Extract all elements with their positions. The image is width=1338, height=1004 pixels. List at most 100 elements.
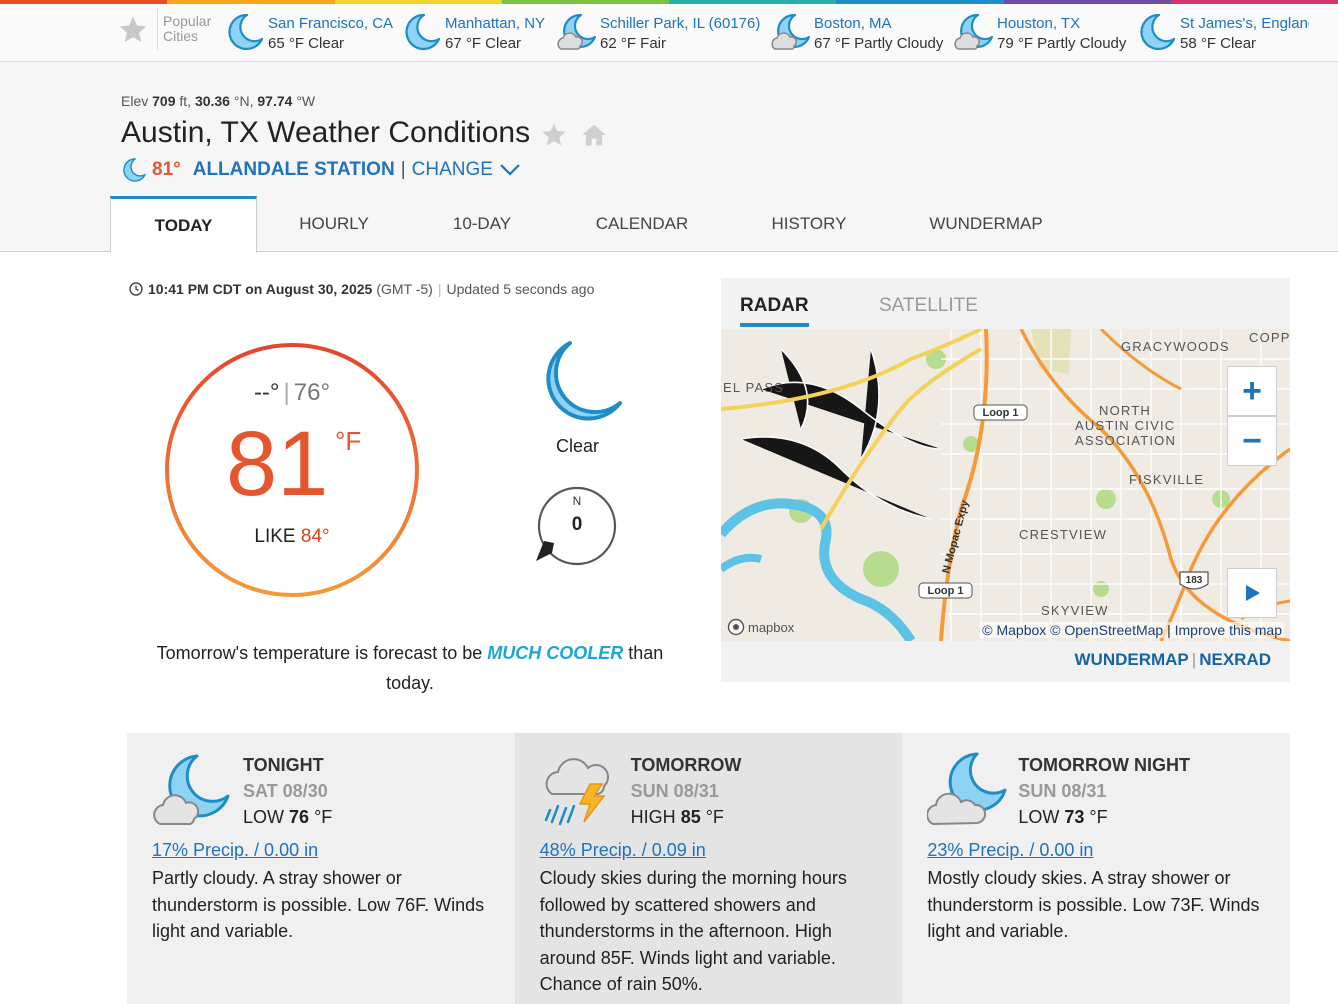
moon-icon <box>402 10 442 54</box>
forecast-description: Mostly cloudy skies. A stray shower or t… <box>927 868 1260 941</box>
city-condition: 62 °F Fair <box>600 35 667 52</box>
obs-time: 10:41 PM CDT on August 30, 2025 <box>148 281 373 297</box>
city-condition: 67 °F Partly Cloudy <box>814 35 944 52</box>
popular-cities-bar: Popular Cities San Francisco, CA 65 °F C… <box>0 4 1338 62</box>
clock-icon <box>129 282 143 296</box>
tab-radar[interactable]: RADAR <box>740 295 809 327</box>
moon-cloud-icon <box>771 10 811 54</box>
zoom-out-button[interactable]: − <box>1227 416 1277 466</box>
moon-icon <box>1137 10 1177 54</box>
map-label-copper: COPPE <box>1249 330 1290 345</box>
tab-10-day[interactable]: 10-DAY <box>411 196 553 252</box>
tab-today[interactable]: TODAY <box>110 196 257 253</box>
map-canvas[interactable]: GRACYWOODS NORTH AUSTIN CIVIC ASSOCIATIO… <box>721 329 1290 641</box>
map-label-crestview: CRESTVIEW <box>1019 527 1107 542</box>
city-name[interactable]: Manhattan, NY <box>445 15 545 32</box>
condition-text: Clear <box>555 436 599 456</box>
tab-hourly[interactable]: HOURLY <box>257 196 411 252</box>
forecast-cards: TONIGHT SAT 08/30 LOW 76 °F 17% Precip. … <box>127 733 1291 1004</box>
city-name[interactable]: San Francisco, CA <box>268 15 393 32</box>
updated-text: Updated 5 seconds ago <box>446 281 595 297</box>
tab-satellite[interactable]: SATELLITE <box>879 295 978 317</box>
zoom-in-button[interactable]: + <box>1227 366 1277 416</box>
map-links-separator: | <box>1191 650 1197 669</box>
attr-osm-link[interactable]: © OpenStreetMap <box>1050 622 1163 638</box>
city-condition: 79 °F Partly Cloudy <box>997 35 1127 52</box>
forecast-day: TOMORROW <box>630 755 742 775</box>
home-icon[interactable] <box>579 121 609 149</box>
chevron-down-icon[interactable] <box>499 163 521 177</box>
city-name[interactable]: Schiller Park, IL (60176) <box>600 15 760 32</box>
temp-value: 76 <box>289 807 310 827</box>
main-tabs: TODAY HOURLY 10-DAY CALENDAR HISTORY WUN… <box>110 196 1085 253</box>
attr-improve-link[interactable]: Improve this map <box>1175 622 1282 638</box>
map-label-association: ASSOCIATION <box>1075 433 1176 448</box>
map-label-skyview: SKYVIEW <box>1041 603 1109 618</box>
moon-cloud-icon <box>927 752 1007 826</box>
temp-unit: °F <box>705 807 724 827</box>
forecast-card-tomorrow-night: TOMORROW NIGHT SUN 08/31 LOW 73 °F 23% P… <box>902 733 1291 1004</box>
precip-link[interactable]: 17% Precip. / 0.00 in <box>152 840 318 861</box>
temp-label: HIGH <box>630 807 676 827</box>
attr-mapbox-link[interactable]: © Mapbox <box>982 622 1046 638</box>
observation-time: 10:41 PM CDT on August 30, 2025 (GMT -5)… <box>129 281 594 297</box>
longitude: 97.74 <box>257 93 293 109</box>
mapbox-icon <box>727 618 745 636</box>
city-condition: 67 °F Clear <box>445 35 522 52</box>
wundermap-link[interactable]: WUNDERMAP <box>1075 650 1189 669</box>
forecast-temp: HIGH 85 °F <box>631 807 724 828</box>
city-item-st-james[interactable]: St James's, England 58 °F Clear <box>1137 8 1309 54</box>
forecast-card-tonight: TONIGHT SAT 08/30 LOW 76 °F 17% Precip. … <box>127 733 515 1004</box>
station-name-link[interactable]: ALLANDALE STATION <box>193 159 395 181</box>
elev-unit: ft, <box>179 93 192 109</box>
star-icon[interactable] <box>117 14 149 46</box>
temp-unit: °F <box>335 426 362 456</box>
forecast-card-tomorrow: TOMORROW SUN 08/31 HIGH 85 °F 48% Precip… <box>514 733 903 1004</box>
forecast-description: Cloudy skies during the morning hours fo… <box>539 868 847 994</box>
map-links: WUNDERMAP | NEXRAD <box>1075 650 1272 670</box>
forecast-temp: LOW 76 °F <box>243 807 332 828</box>
forecast-date: SAT 08/30 <box>243 781 328 801</box>
elev-value: 709 <box>152 93 176 109</box>
loop1-label-south: Loop 1 <box>927 585 963 597</box>
moon-cloud-icon <box>557 10 597 54</box>
station-temp: 81° <box>152 159 181 180</box>
favorite-star-icon[interactable] <box>540 121 568 149</box>
forecast-day: TOMORROW NIGHT <box>1018 755 1190 775</box>
nexrad-link[interactable]: NEXRAD <box>1199 650 1271 669</box>
city-condition: 58 °F Clear <box>1180 35 1257 52</box>
play-animation-button[interactable] <box>1227 568 1277 618</box>
elev-label: Elev <box>121 93 149 109</box>
precip-link[interactable]: 23% Precip. / 0.00 in <box>927 840 1093 861</box>
thunderstorm-icon <box>544 758 609 826</box>
popular-label-line1: Popular <box>163 13 212 29</box>
radar-map[interactable]: GRACYWOODS NORTH AUSTIN CIVIC ASSOCIATIO… <box>721 329 1290 641</box>
tab-history[interactable]: HISTORY <box>731 196 887 252</box>
elevation-coords: Elev 709 ft, 30.36 °N, 97.74 °W <box>121 93 315 109</box>
precip-link[interactable]: 48% Precip. / 0.09 in <box>540 840 706 861</box>
hwy183-label: 183 <box>1186 575 1203 586</box>
station-selector: 81° ALLANDALE STATION | CHANGE <box>121 156 521 184</box>
forecast-date: SUN 08/31 <box>1018 781 1107 801</box>
feels-like: LIKE 84° <box>165 526 419 548</box>
city-name[interactable]: St James's, England <box>1180 15 1309 32</box>
temp-label: LOW <box>1018 807 1060 827</box>
note-before: Tomorrow's temperature is forecast to be <box>156 643 483 663</box>
city-name[interactable]: Houston, TX <box>997 15 1080 32</box>
city-name[interactable]: Boston, MA <box>814 15 892 32</box>
forecast-description: Partly cloudy. A stray shower or thunder… <box>152 868 485 941</box>
temp-unit: °F <box>1089 807 1108 827</box>
location-header: Elev 709 ft, 30.36 °N, 97.74 °W Austin, … <box>0 62 1338 253</box>
temp-unit: °F <box>314 807 333 827</box>
moon-cloud-icon <box>153 754 230 825</box>
high-temp: --° <box>253 379 280 406</box>
lon-unit: °W <box>296 93 316 109</box>
low-temp: 76° <box>293 379 331 406</box>
change-station-button[interactable]: CHANGE <box>412 159 493 181</box>
hwy183-shield: 183 <box>1179 571 1209 590</box>
loop1-label-north: Loop 1 <box>982 407 1018 419</box>
map-label-el-pass: EL PASS <box>723 380 784 395</box>
tab-calendar[interactable]: CALENDAR <box>553 196 731 252</box>
tab-wundermap[interactable]: WUNDERMAP <box>887 196 1085 252</box>
mapbox-logo[interactable]: mapbox <box>727 618 794 636</box>
